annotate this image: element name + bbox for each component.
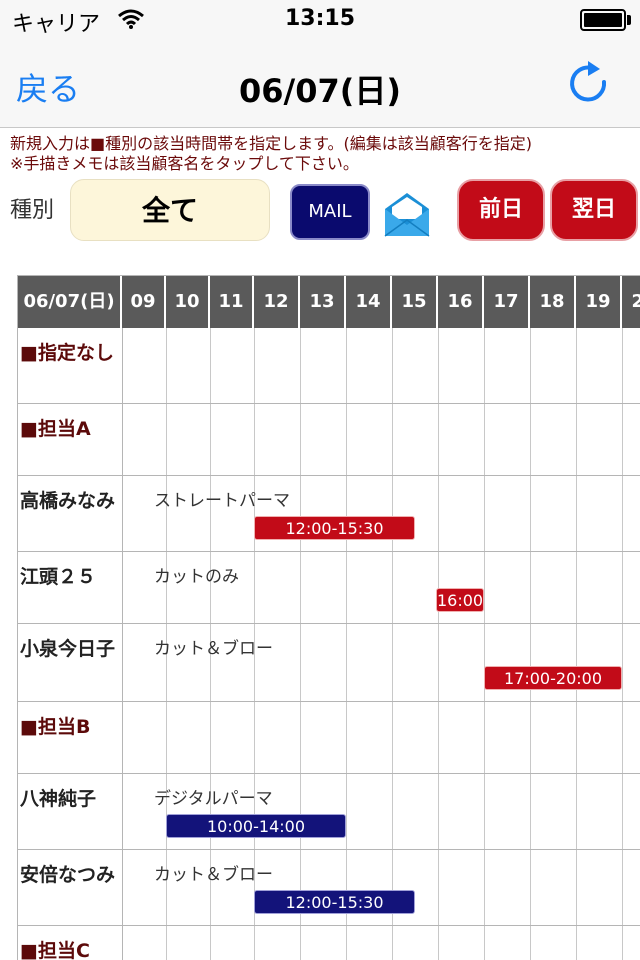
battery-tip — [627, 15, 631, 25]
page-title: 06/07(日) — [238, 72, 401, 110]
customer-name[interactable]: 安倍なつみ — [20, 860, 120, 891]
service-label: カットのみ — [154, 567, 239, 587]
status-time: 13:15 — [284, 6, 356, 31]
hour-header: 14 — [346, 276, 392, 328]
hour-header: 13 — [300, 276, 346, 328]
hour-header: 09 — [122, 276, 166, 328]
date-header: 06/07(日) — [18, 276, 122, 328]
booking-bar[interactable]: 12:00-15:30 — [254, 516, 415, 540]
refresh-icon[interactable] — [566, 60, 614, 108]
navigation-bar: 戻る 06/07(日) — [0, 40, 640, 128]
staff-group-row[interactable]: ■担当C — [18, 926, 640, 960]
customer-name[interactable]: 江頭２５ — [20, 562, 120, 593]
staff-group-row[interactable]: ■指定なし — [18, 328, 640, 404]
customer-name[interactable]: 高橋みなみ — [20, 486, 120, 517]
instruction-line-1: 新規入力は■種別の該当時間帯を指定します。(編集は該当顧客行を指定) — [10, 134, 533, 153]
kind-label: 種別 — [10, 198, 55, 223]
customer-name[interactable]: 八神純子 — [20, 784, 120, 815]
kind-select[interactable]: 全て — [70, 179, 270, 241]
booking-bar[interactable]: 16:00 — [436, 588, 484, 612]
customer-row[interactable]: 小泉今日子 カット＆ブロー 17:00-20:00 — [18, 624, 640, 702]
service-label: デジタルパーマ — [154, 789, 273, 809]
schedule-header-row: 06/07(日) 091011121314151617181920 — [18, 276, 640, 328]
battery-icon — [580, 9, 626, 31]
customer-row[interactable]: 安倍なつみ カット＆ブロー 12:00-15:30 — [18, 850, 640, 926]
hour-header: 15 — [392, 276, 438, 328]
instruction-line-2: ※手描きメモは該当顧客名をタップして下さい。 — [10, 154, 359, 173]
next-day-button[interactable]: 翌日 — [550, 179, 638, 241]
booking-bar[interactable]: 12:00-15:30 — [254, 890, 415, 914]
staff-group-label: ■担当B — [20, 716, 91, 738]
hour-header: 19 — [576, 276, 622, 328]
schedule-grid: 06/07(日) 091011121314151617181920 ■指定なし ■… — [17, 275, 640, 960]
customer-row[interactable]: 八神純子 デジタルパーマ 10:00-14:00 — [18, 774, 640, 850]
staff-group-label: ■指定なし — [20, 342, 114, 364]
customer-row[interactable]: 高橋みなみ ストレートパーマ 12:00-15:30 — [18, 476, 640, 552]
status-bar: キャリア 13:15 — [0, 0, 640, 40]
hour-header: 16 — [438, 276, 484, 328]
hour-header: 20 — [622, 276, 640, 328]
mail-button[interactable]: MAIL — [290, 184, 370, 240]
hour-header: 11 — [210, 276, 254, 328]
envelope-icon[interactable] — [382, 187, 432, 239]
service-label: ストレートパーマ — [154, 491, 290, 511]
staff-group-row[interactable]: ■担当A — [18, 404, 640, 476]
instructions: 新規入力は■種別の該当時間帯を指定します。(編集は該当顧客行を指定) ※手描きメ… — [10, 134, 532, 174]
staff-group-label: ■担当C — [20, 940, 90, 960]
hour-header: 18 — [530, 276, 576, 328]
staff-group-label: ■担当A — [20, 418, 91, 440]
previous-day-button[interactable]: 前日 — [457, 179, 545, 241]
service-label: カット＆ブロー — [154, 639, 273, 659]
hour-header: 10 — [166, 276, 210, 328]
hour-header: 12 — [254, 276, 300, 328]
customer-row[interactable]: 江頭２５ カットのみ 16:00 — [18, 552, 640, 624]
booking-bar[interactable]: 10:00-14:00 — [166, 814, 346, 838]
hour-header: 17 — [484, 276, 530, 328]
service-label: カット＆ブロー — [154, 865, 273, 885]
customer-name[interactable]: 小泉今日子 — [20, 634, 120, 665]
booking-bar[interactable]: 17:00-20:00 — [484, 666, 622, 690]
staff-group-row[interactable]: ■担当B — [18, 702, 640, 774]
